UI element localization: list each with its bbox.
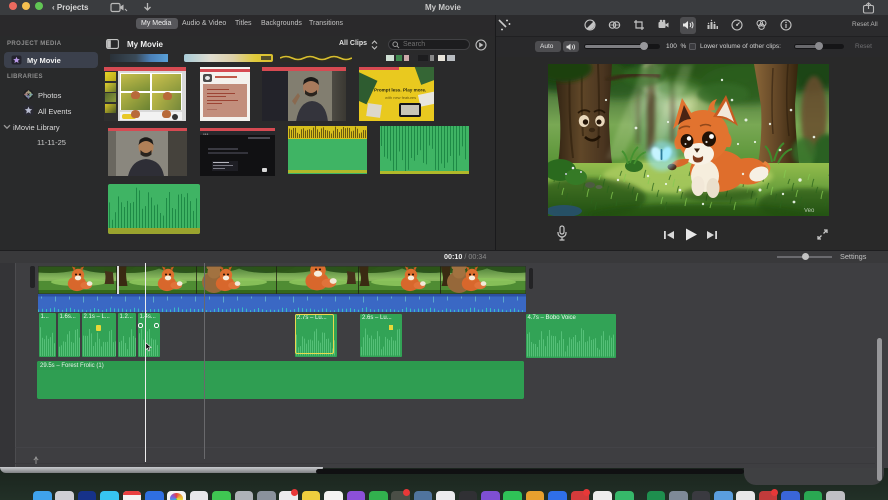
svg-text:Veo: Veo — [804, 208, 815, 214]
